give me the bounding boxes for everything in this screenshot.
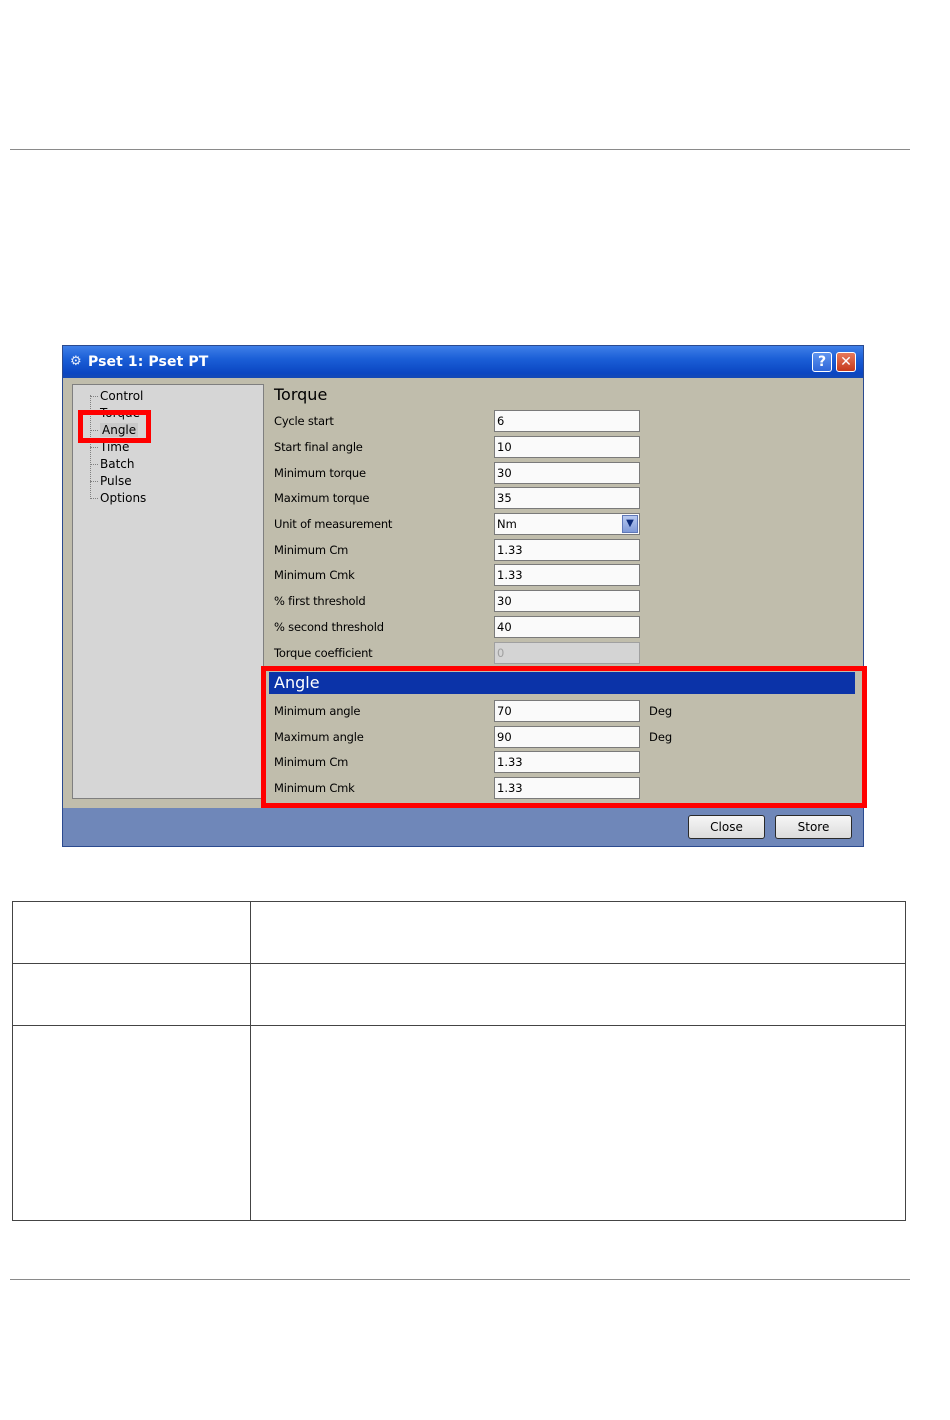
field-label: % first threshold [274,594,366,608]
unit-of-measurement-select[interactable]: Nm ▼ [494,513,640,535]
table-row [12,963,906,1026]
window-close-button[interactable]: ✕ [836,352,856,372]
window-title: Pset 1: Pset PT [88,354,209,370]
table-cell [12,1025,251,1221]
tree-item-batch[interactable]: Batch [90,456,135,472]
field-label: Maximum torque [274,491,370,505]
field-label: Cycle start [274,414,334,428]
table-cell [12,963,251,1026]
field-label: Minimum torque [274,466,366,480]
tree-item-control[interactable]: Control [90,388,143,404]
table-cell [250,1025,906,1221]
second-threshold-input[interactable]: 40 [494,616,640,638]
minimum-cmk-row: Minimum Cmk 1.33 [274,564,694,586]
field-label: Minimum Cmk [274,568,355,582]
app-icon: ⚙ [70,354,82,369]
minimum-torque-row: Minimum torque 30 [274,462,694,484]
table-cell [12,901,251,964]
title-bar[interactable]: ⚙ Pset 1: Pset PT ? ✕ [63,346,863,378]
field-label: Minimum Cm [274,543,349,557]
cycle-start-input[interactable]: 6 [494,410,640,432]
table-row [12,1025,906,1221]
cycle-start-row: Cycle start 6 [274,410,694,432]
field-label: Torque coefficient [274,646,373,660]
maximum-torque-row: Maximum torque 35 [274,487,694,509]
first-threshold-input[interactable]: 30 [494,590,640,612]
start-final-angle-input[interactable]: 10 [494,436,640,458]
top-divider [10,149,910,150]
tree-item-options[interactable]: Options [90,490,146,506]
first-threshold-row: % first threshold 30 [274,590,694,612]
field-label: % second threshold [274,620,384,634]
bottom-divider [10,1279,910,1280]
angle-section-highlight [261,666,867,808]
tree-angle-highlight [78,410,151,443]
store-button[interactable]: Store [775,815,852,839]
selected-unit: Nm [497,517,517,531]
navigation-tree: Control Torque Angle Time Batch Pulse Op… [72,384,264,799]
field-label: Start final angle [274,440,363,454]
minimum-torque-input[interactable]: 30 [494,462,640,484]
minimum-cm-row: Minimum Cm 1.33 [274,539,694,561]
close-button[interactable]: Close [688,815,765,839]
table-cell [250,901,906,964]
torque-coefficient-input: 0 [494,642,640,664]
tree-item-pulse[interactable]: Pulse [90,473,132,489]
torque-minimum-cm-input[interactable]: 1.33 [494,539,640,561]
chevron-down-icon[interactable]: ▼ [622,515,638,533]
field-label: Unit of measurement [274,517,393,531]
maximum-torque-input[interactable]: 35 [494,487,640,509]
start-final-angle-row: Start final angle 10 [274,436,694,458]
torque-section-title: Torque [274,385,328,404]
table-row [12,901,906,964]
torque-minimum-cmk-input[interactable]: 1.33 [494,564,640,586]
parameter-table [12,901,906,1221]
torque-coefficient-row: Torque coefficient 0 [274,642,694,664]
button-bar: Close Store [63,808,863,846]
unit-of-measurement-row: Unit of measurement Nm ▼ [274,513,694,535]
second-threshold-row: % second threshold 40 [274,616,694,638]
help-button[interactable]: ? [812,352,832,372]
table-cell [250,963,906,1026]
